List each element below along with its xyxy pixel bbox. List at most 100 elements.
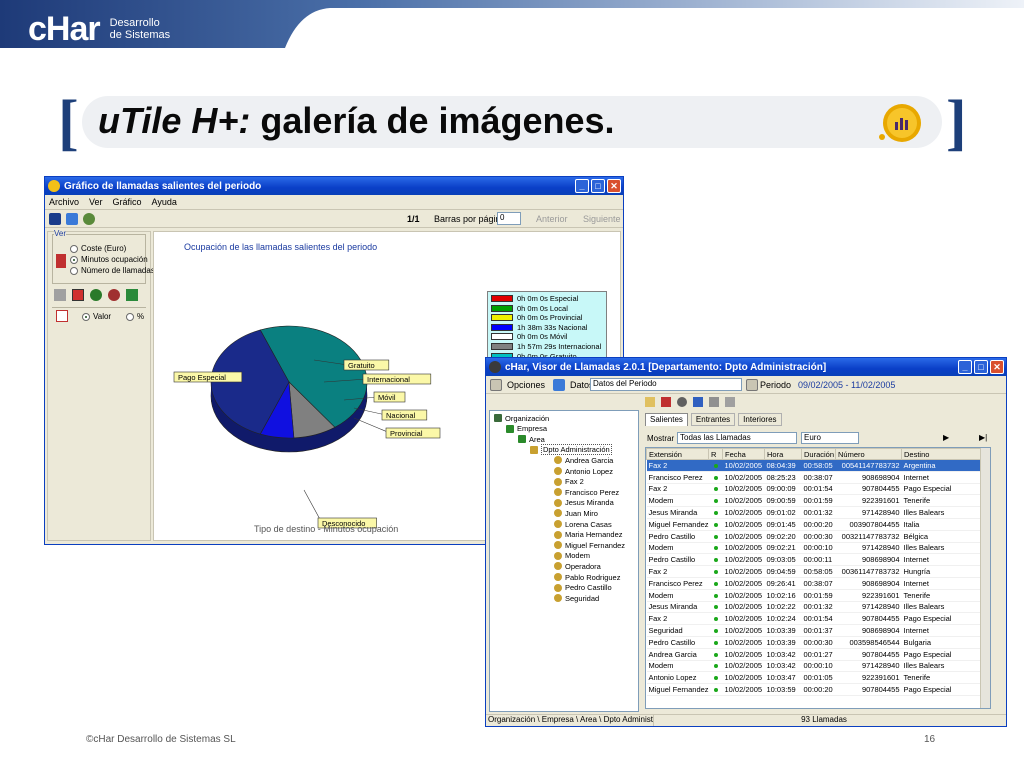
currency-select[interactable]: Euro <box>801 432 859 444</box>
radio-minutos[interactable]: Minutos ocupación <box>70 254 155 265</box>
radio-percent[interactable]: % <box>126 311 144 322</box>
logo-text: cHar <box>28 10 101 48</box>
table-row[interactable]: Modem 10/02/2005 09:02:21 00:00:10 971428940… <box>646 542 981 555</box>
menu-ver[interactable]: Ver <box>89 197 103 207</box>
radio-coste[interactable]: Coste (Euro) <box>70 243 155 254</box>
tree-item[interactable]: Dpto Administración <box>530 444 612 456</box>
table-row[interactable]: Andrea Garcia 10/02/2005 10:03:42 00:01:27 9… <box>646 648 981 661</box>
folder-icon <box>506 424 514 433</box>
legend-item: 0h 0m 0s Provincial <box>491 313 582 322</box>
tree-item[interactable]: Francisco Perez <box>554 487 619 497</box>
play-icon[interactable]: ▶ <box>943 433 949 442</box>
tree-item[interactable]: Maria Hernandez <box>554 530 623 540</box>
table-row[interactable]: Antonio Lopez 10/02/2005 10:03:47 00:01:05 9… <box>646 671 981 685</box>
tree-item[interactable]: Antonio Lopez <box>554 466 613 476</box>
print-icon[interactable] <box>83 212 95 225</box>
export-icon[interactable] <box>709 397 719 407</box>
table-row[interactable]: Miguel Fernandez 10/02/2005 09:01:45 00:00:… <box>646 518 981 531</box>
table-row[interactable]: Modem 10/02/2005 10:02:16 00:01:59 922391601… <box>646 589 981 602</box>
table-row[interactable]: Pedro Castillo 10/02/2005 09:03:05 00:00:11… <box>646 553 981 567</box>
column-header[interactable]: Destino <box>901 448 981 460</box>
table-row[interactable]: Fax 2 10/02/2005 09:04:59 00:58:05 003611477… <box>646 565 981 578</box>
tree-item[interactable]: Fax 2 <box>554 477 584 487</box>
table-row[interactable]: Francisco Perez 10/02/2005 08:25:23 00:38:0… <box>646 471 981 484</box>
label-toggle-icon[interactable] <box>56 310 68 322</box>
copy-icon[interactable] <box>66 212 78 225</box>
period-label: Periodo <box>760 379 792 390</box>
table-row[interactable]: Modem 10/02/2005 09:00:59 00:01:59 922391601… <box>646 494 981 508</box>
table-row[interactable]: Jesus Miranda 10/02/2005 09:01:02 00:01:32 9… <box>646 506 981 519</box>
table-row[interactable]: Fax 2 10/02/2005 09:00:09 00:01:54 907804455… <box>646 483 981 496</box>
menu-grafico[interactable]: Gráfico <box>113 197 142 207</box>
calendar-icon[interactable] <box>746 379 758 391</box>
folder-icon[interactable] <box>645 397 655 407</box>
status-dot-icon <box>713 534 718 539</box>
table-row[interactable]: Fax 2 10/02/2005 10:02:24 00:01:54 907804455… <box>646 612 981 626</box>
column-header[interactable]: Fecha <box>722 448 765 460</box>
tree-item[interactable]: Pablo Rodriguez <box>554 572 620 582</box>
data-period-select[interactable]: Datos del Periodo <box>590 378 742 391</box>
maximize-button[interactable]: □ <box>591 179 605 193</box>
table-cell: 00:01:37 <box>801 624 836 637</box>
donut-chart-icon[interactable] <box>108 289 120 301</box>
table-row[interactable]: Modem 10/02/2005 10:03:42 00:00:10 971428940… <box>646 660 981 673</box>
table-row[interactable]: Francisco Perez 10/02/2005 09:26:41 00:38:0… <box>646 577 981 590</box>
tab-entrantes[interactable]: Entrantes <box>690 413 736 426</box>
print-preview-icon[interactable] <box>693 397 703 407</box>
column-header[interactable]: Duración <box>801 448 836 460</box>
column-header[interactable]: Hora <box>764 448 802 460</box>
viewer-minimize-button[interactable]: _ <box>958 360 972 374</box>
call-filter-select[interactable]: Todas las Llamadas <box>677 432 797 444</box>
menu-archivo[interactable]: Archivo <box>49 197 79 207</box>
menu-ayuda[interactable]: Ayuda <box>152 197 177 207</box>
table-view-icon[interactable] <box>54 289 66 301</box>
viewer-window-titlebar[interactable]: cHar, Visor de Llamadas 2.0.1 [Departame… <box>486 358 1006 376</box>
table-row[interactable]: Seguridad 10/02/2005 10:03:39 00:01:37 90869… <box>646 624 981 637</box>
vertical-scrollbar[interactable] <box>980 448 990 708</box>
table-cell: Modem <box>646 660 709 673</box>
column-header[interactable]: Extensión <box>646 448 709 460</box>
tree-item[interactable]: Jesus Miranda <box>554 498 614 508</box>
next-button[interactable]: Siguiente <box>583 214 621 224</box>
tree-item[interactable]: Pedro Castillo <box>554 583 612 593</box>
tab-salientes[interactable]: Salientes <box>645 413 688 426</box>
column-header[interactable]: Número <box>835 448 902 460</box>
table-row[interactable]: Pedro Castillo 10/02/2005 09:02:20 00:00:30… <box>646 530 981 543</box>
table-cell: 10:03:39 <box>764 624 802 637</box>
chart-icon[interactable] <box>661 397 671 407</box>
radio-valor[interactable]: Valor <box>82 311 111 322</box>
tree-item[interactable]: Juan Miro <box>554 508 598 518</box>
save-icon[interactable] <box>49 212 61 225</box>
previous-button[interactable]: Anterior <box>536 214 568 224</box>
tree-item[interactable]: Area <box>518 434 545 444</box>
tree-item[interactable]: Modem <box>554 551 590 561</box>
column-header[interactable]: R <box>708 448 723 460</box>
tree-item[interactable]: Seguridad <box>554 593 599 603</box>
options-button[interactable]: Opciones <box>507 380 545 390</box>
table-row[interactable]: Fax 2 10/02/2005 08:04:39 00:58:05 005411477… <box>646 459 981 472</box>
bars-per-page-input[interactable]: 0 <box>497 212 521 225</box>
table-row[interactable]: Pedro Castillo 10/02/2005 10:03:39 00:00:30… <box>646 636 981 649</box>
tab-interiores[interactable]: Interiores <box>738 413 782 426</box>
viewer-close-button[interactable]: ✕ <box>990 360 1004 374</box>
table-cell: 09:00:59 <box>764 494 802 508</box>
tree-item[interactable]: Empresa <box>506 424 547 434</box>
bar-chart-icon[interactable] <box>72 289 84 301</box>
tree-item[interactable]: Organización <box>494 413 549 423</box>
table-row[interactable]: Miguel Fernandez 10/02/2005 10:03:59 00:00:… <box>646 683 981 696</box>
tree-item[interactable]: Andrea Garcia <box>554 455 613 465</box>
filter-icon[interactable] <box>725 397 735 407</box>
pie-chart-icon[interactable] <box>90 289 102 301</box>
tree-item[interactable]: Miguel Fernandez <box>554 540 625 550</box>
tree-item[interactable]: Operadora <box>554 561 601 571</box>
chart-window-titlebar[interactable]: Gráfico de llamadas salientes del period… <box>45 177 623 195</box>
tree-item[interactable]: Lorena Casas <box>554 519 612 529</box>
refresh-icon[interactable] <box>677 397 687 407</box>
close-button[interactable]: ✕ <box>607 179 621 193</box>
viewer-maximize-button[interactable]: □ <box>974 360 988 374</box>
radio-numero[interactable]: Número de llamadas <box>70 265 155 276</box>
last-icon[interactable]: ▶| <box>979 433 987 442</box>
minimize-button[interactable]: _ <box>575 179 589 193</box>
table-row[interactable]: Jesus Miranda 10/02/2005 10:02:22 00:01:32 9… <box>646 601 981 614</box>
column-chart-icon[interactable] <box>126 289 138 301</box>
